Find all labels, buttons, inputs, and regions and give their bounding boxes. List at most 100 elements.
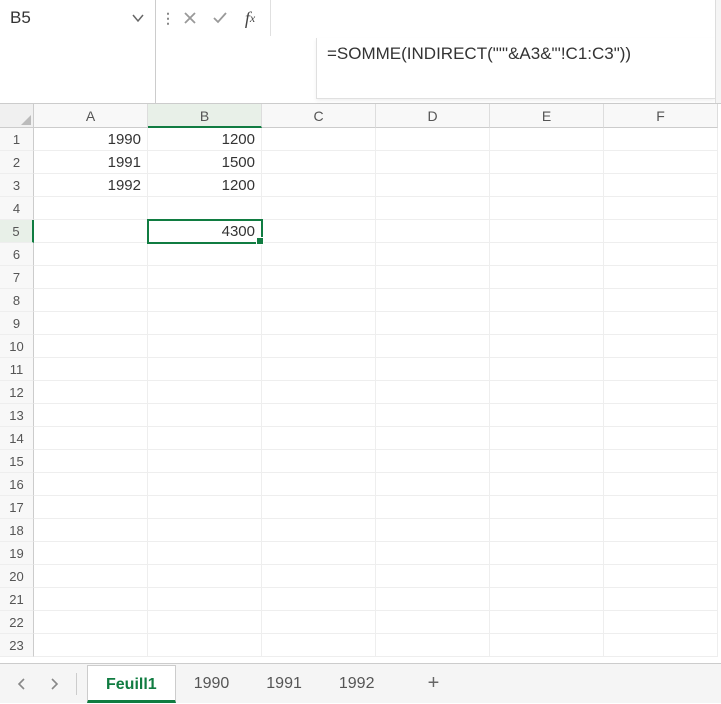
row-header-18[interactable]: 18 (0, 519, 34, 542)
row-header-20[interactable]: 20 (0, 565, 34, 588)
cell-E17[interactable] (490, 496, 604, 519)
cell-B4[interactable] (148, 197, 262, 220)
row-header-16[interactable]: 16 (0, 473, 34, 496)
cell-A17[interactable] (34, 496, 148, 519)
cell-B12[interactable] (148, 381, 262, 404)
row-header-12[interactable]: 12 (0, 381, 34, 404)
cell-C19[interactable] (262, 542, 376, 565)
cell-F18[interactable] (604, 519, 718, 542)
cell-D2[interactable] (376, 151, 490, 174)
cell-A21[interactable] (34, 588, 148, 611)
row-header-22[interactable]: 22 (0, 611, 34, 634)
cell-E20[interactable] (490, 565, 604, 588)
row-header-21[interactable]: 21 (0, 588, 34, 611)
cell-A7[interactable] (34, 266, 148, 289)
cell-D6[interactable] (376, 243, 490, 266)
cell-B20[interactable] (148, 565, 262, 588)
cell-B13[interactable] (148, 404, 262, 427)
sheet-tab-1992[interactable]: 1992 (321, 665, 394, 703)
cell-E11[interactable] (490, 358, 604, 381)
cell-B10[interactable] (148, 335, 262, 358)
cell-F11[interactable] (604, 358, 718, 381)
column-header-E[interactable]: E (490, 104, 604, 128)
cell-C6[interactable] (262, 243, 376, 266)
cell-A1[interactable]: 1990 (34, 128, 148, 151)
cell-C17[interactable] (262, 496, 376, 519)
cell-B23[interactable] (148, 634, 262, 657)
cell-D14[interactable] (376, 427, 490, 450)
cell-F2[interactable] (604, 151, 718, 174)
cell-F3[interactable] (604, 174, 718, 197)
row-header-4[interactable]: 4 (0, 197, 34, 220)
cell-E6[interactable] (490, 243, 604, 266)
cell-C8[interactable] (262, 289, 376, 312)
cell-A2[interactable]: 1991 (34, 151, 148, 174)
cell-E8[interactable] (490, 289, 604, 312)
cell-E10[interactable] (490, 335, 604, 358)
row-header-2[interactable]: 2 (0, 151, 34, 174)
cell-F8[interactable] (604, 289, 718, 312)
cell-B3[interactable]: 1200 (148, 174, 262, 197)
tab-prev-button[interactable] (6, 668, 38, 700)
cell-D21[interactable] (376, 588, 490, 611)
cell-B11[interactable] (148, 358, 262, 381)
cell-B1[interactable]: 1200 (148, 128, 262, 151)
cell-A5[interactable] (34, 220, 148, 243)
cell-D23[interactable] (376, 634, 490, 657)
column-header-F[interactable]: F (604, 104, 718, 128)
cell-C16[interactable] (262, 473, 376, 496)
cell-D16[interactable] (376, 473, 490, 496)
name-box[interactable]: B5 (0, 0, 155, 36)
row-header-9[interactable]: 9 (0, 312, 34, 335)
cell-A15[interactable] (34, 450, 148, 473)
sheet-tab-1990[interactable]: 1990 (176, 665, 249, 703)
fx-icon[interactable]: fx (238, 6, 262, 30)
cell-C15[interactable] (262, 450, 376, 473)
cell-C23[interactable] (262, 634, 376, 657)
cancel-icon[interactable] (178, 6, 202, 30)
row-header-10[interactable]: 10 (0, 335, 34, 358)
cell-B9[interactable] (148, 312, 262, 335)
cell-D7[interactable] (376, 266, 490, 289)
cell-F7[interactable] (604, 266, 718, 289)
cell-A18[interactable] (34, 519, 148, 542)
row-header-6[interactable]: 6 (0, 243, 34, 266)
row-header-15[interactable]: 15 (0, 450, 34, 473)
cell-F19[interactable] (604, 542, 718, 565)
cell-B5[interactable]: 4300 (148, 220, 262, 243)
cell-D12[interactable] (376, 381, 490, 404)
column-header-C[interactable]: C (262, 104, 376, 128)
cell-F16[interactable] (604, 473, 718, 496)
cell-A8[interactable] (34, 289, 148, 312)
cell-E21[interactable] (490, 588, 604, 611)
cell-C7[interactable] (262, 266, 376, 289)
cell-C5[interactable] (262, 220, 376, 243)
add-sheet-button[interactable]: + (413, 665, 453, 703)
cell-A6[interactable] (34, 243, 148, 266)
cell-D1[interactable] (376, 128, 490, 151)
cell-B18[interactable] (148, 519, 262, 542)
cell-A20[interactable] (34, 565, 148, 588)
cell-C14[interactable] (262, 427, 376, 450)
cell-E7[interactable] (490, 266, 604, 289)
cell-E4[interactable] (490, 197, 604, 220)
cell-E19[interactable] (490, 542, 604, 565)
cell-D8[interactable] (376, 289, 490, 312)
cell-C10[interactable] (262, 335, 376, 358)
cell-E2[interactable] (490, 151, 604, 174)
cell-D19[interactable] (376, 542, 490, 565)
cell-F20[interactable] (604, 565, 718, 588)
cell-D20[interactable] (376, 565, 490, 588)
cell-C2[interactable] (262, 151, 376, 174)
cell-A12[interactable] (34, 381, 148, 404)
cell-B21[interactable] (148, 588, 262, 611)
cell-C1[interactable] (262, 128, 376, 151)
cell-A11[interactable] (34, 358, 148, 381)
cell-E12[interactable] (490, 381, 604, 404)
cell-C13[interactable] (262, 404, 376, 427)
sheet-tab-1991[interactable]: 1991 (248, 665, 321, 703)
cell-A19[interactable] (34, 542, 148, 565)
cell-E18[interactable] (490, 519, 604, 542)
cell-F17[interactable] (604, 496, 718, 519)
row-header-23[interactable]: 23 (0, 634, 34, 657)
